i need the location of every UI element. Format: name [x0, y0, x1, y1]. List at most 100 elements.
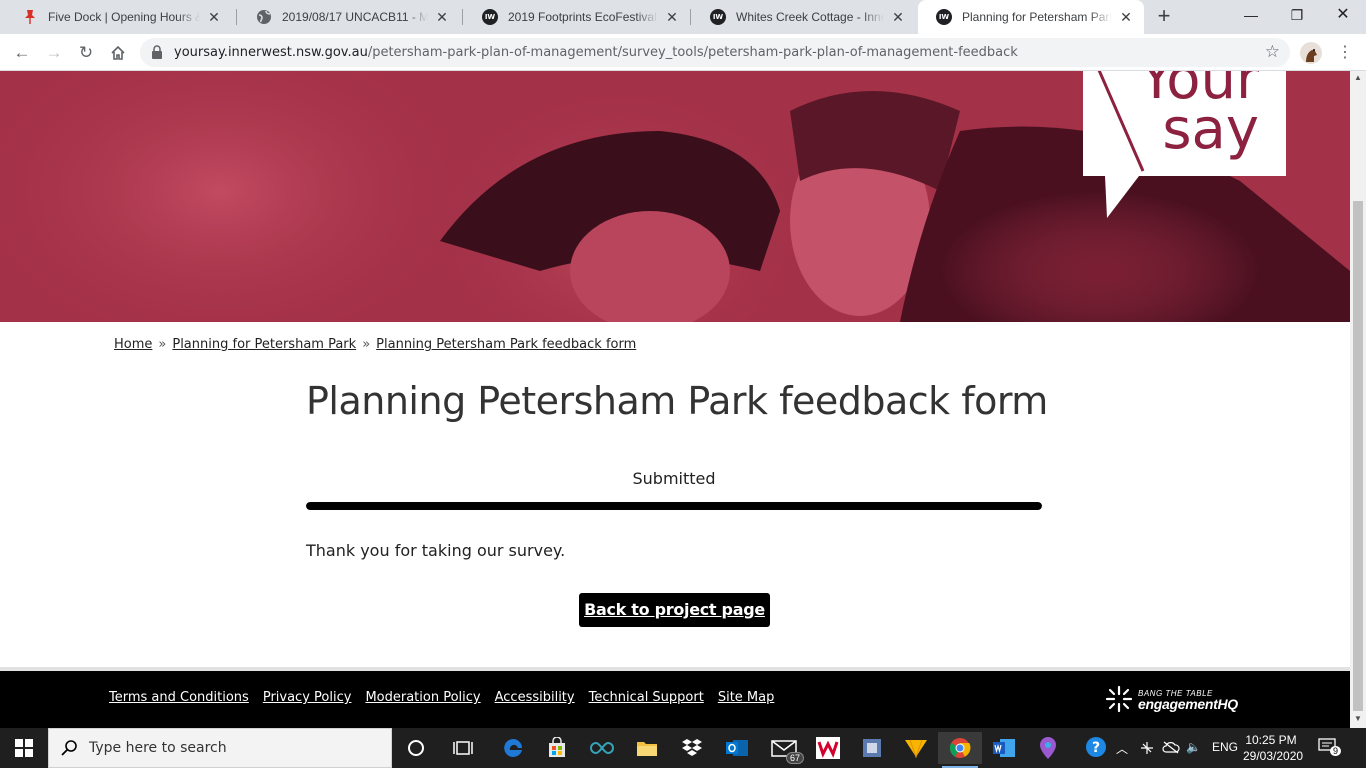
back-to-project-button[interactable]: Back to project page	[579, 593, 770, 627]
tab-title: Planning for Petersham Park | Y	[962, 10, 1112, 24]
page-viewport: Your say Home » Planning for Petersham Park…	[0, 71, 1350, 728]
close-icon[interactable]: ✕	[1118, 9, 1134, 25]
footer-link-tech-support[interactable]: Technical Support	[589, 690, 704, 705]
bookmark-star-icon[interactable]: ☆	[1265, 42, 1280, 62]
engagementhq-logo[interactable]: BANG THE TABLE engagementHQ	[1104, 684, 1238, 714]
burst-icon	[1105, 685, 1133, 713]
tab-footprints[interactable]: IW 2019 Footprints EcoFestival - In ✕	[464, 0, 690, 34]
brand-text: BANG THE TABLE engagementHQ	[1138, 689, 1238, 712]
tab-separator	[236, 9, 237, 25]
breadcrumb-separator: »	[362, 337, 371, 352]
footer-link-privacy[interactable]: Privacy Policy	[263, 690, 352, 705]
iw-icon: IW	[482, 9, 498, 25]
footer-link-accessibility[interactable]: Accessibility	[495, 690, 575, 705]
chevron-up-icon[interactable]: ︿	[1116, 740, 1128, 757]
minimize-button[interactable]: —	[1228, 0, 1274, 32]
close-icon[interactable]: ✕	[664, 9, 680, 25]
cortana-icon[interactable]	[394, 732, 438, 764]
language-indicator[interactable]: ENG	[1212, 740, 1238, 754]
lock-icon	[152, 45, 162, 59]
url-path: /petersham-park-plan-of-management/surve…	[367, 45, 1018, 60]
scroll-up-icon[interactable]: ▲	[1354, 73, 1362, 82]
mail-badge: 67	[785, 752, 804, 764]
breadcrumb: Home » Planning for Petersham Park » Plannin…	[114, 337, 636, 352]
tab-title: 2019 Footprints EcoFestival - In	[508, 10, 658, 24]
search-placeholder: Type here to search	[89, 740, 227, 756]
tab-five-dock[interactable]: Five Dock | Opening Hours & D ✕	[4, 0, 232, 34]
notification-center-icon[interactable]: 9	[1318, 738, 1342, 758]
scroll-down-icon[interactable]: ▼	[1354, 714, 1362, 723]
restore-button[interactable]: ❐	[1274, 0, 1320, 32]
clock-date: 29/03/2020	[1243, 749, 1304, 763]
volume-icon[interactable]: 🔈	[1186, 740, 1201, 754]
tab-strip: Five Dock | Opening Hours & D ✕ 2019/08/…	[0, 0, 1366, 34]
iw-icon: IW	[710, 9, 726, 25]
hero-banner: Your say	[0, 71, 1350, 322]
breadcrumb-current-link[interactable]: Planning Petersham Park feedback form	[376, 337, 636, 352]
tab-title: Five Dock | Opening Hours & D	[48, 10, 200, 24]
arduino-icon[interactable]	[580, 732, 624, 764]
task-view-icon[interactable]	[441, 732, 485, 764]
edge-icon[interactable]	[491, 732, 535, 764]
network-icon[interactable]	[1139, 740, 1155, 759]
outlook-icon[interactable]	[715, 732, 759, 764]
dropbox-icon[interactable]	[670, 732, 714, 764]
footer-link-terms[interactable]: Terms and Conditions	[109, 690, 249, 705]
help-icon[interactable]: ?	[1085, 736, 1107, 761]
westpac-icon[interactable]	[806, 732, 850, 764]
progress-fill	[306, 502, 1042, 510]
page-scrollbar[interactable]: ▲ ▼	[1350, 71, 1366, 728]
clock[interactable]: 10:25 PM 29/03/2020	[1243, 732, 1304, 764]
mail-icon[interactable]: 67	[762, 732, 806, 764]
file-explorer-icon[interactable]	[625, 732, 669, 764]
tab-separator	[690, 9, 691, 25]
footer-link-moderation[interactable]: Moderation Policy	[365, 690, 480, 705]
iw-icon: IW	[936, 9, 952, 25]
tab-title: Whites Creek Cottage - Inner W	[736, 10, 884, 24]
survey-status-label: Submitted	[632, 469, 716, 488]
tab-whites-creek[interactable]: IW Whites Creek Cottage - Inner W ✕	[692, 0, 916, 34]
url-text: yoursay.innerwest.nsw.gov.au/petersham-p…	[174, 45, 1018, 60]
survey-progress-bar	[306, 502, 1042, 510]
close-icon[interactable]: ✕	[890, 9, 906, 25]
url-host: yoursay.innerwest.nsw.gov.au	[174, 45, 368, 60]
tab-title: 2019/08/17 UNCACB11 - Mana	[282, 10, 428, 24]
footer-link-sitemap[interactable]: Site Map	[718, 690, 775, 705]
reload-icon[interactable]: ↻	[72, 39, 100, 67]
word-icon[interactable]	[982, 732, 1026, 764]
search-icon	[61, 739, 79, 762]
taskbar-search-box[interactable]: Type here to search	[48, 728, 392, 768]
tab-petersham-park[interactable]: IW Planning for Petersham Park | Y ✕	[918, 0, 1144, 34]
page-title: Planning Petersham Park feedback form	[306, 379, 1048, 423]
sketch-icon[interactable]	[894, 732, 938, 764]
your-say-logo: Your say	[1083, 71, 1286, 176]
tab-uncacb11[interactable]: 2019/08/17 UNCACB11 - Mana ✕	[238, 0, 460, 34]
logo-speech-tail	[1105, 176, 1139, 218]
chrome-icon[interactable]	[938, 732, 982, 768]
scroll-thumb[interactable]	[1353, 201, 1363, 711]
back-icon[interactable]: ←	[8, 39, 36, 67]
profile-avatar[interactable]	[1300, 42, 1322, 64]
logo-text: Your say	[1139, 71, 1259, 162]
app-icon[interactable]	[850, 732, 894, 764]
globe-icon	[256, 9, 272, 25]
windows-taskbar: Type here to search 67 ? ︿ 🔈 ENG 10:25 P…	[0, 728, 1366, 768]
pin-icon	[22, 9, 38, 25]
maps-pin-icon[interactable]	[1026, 732, 1070, 764]
store-icon[interactable]	[535, 732, 579, 764]
breadcrumb-project-link[interactable]: Planning for Petersham Park	[172, 337, 356, 352]
close-icon[interactable]: ✕	[206, 9, 222, 25]
breadcrumb-home-link[interactable]: Home	[114, 337, 152, 352]
forward-icon[interactable]: →	[40, 39, 68, 67]
home-icon[interactable]	[104, 39, 132, 67]
browser-toolbar: ← → ↻ yoursay.innerwest.nsw.gov.au/peter…	[0, 34, 1366, 71]
thank-you-message: Thank you for taking our survey.	[306, 541, 566, 560]
browser-menu-icon[interactable]: ⋮	[1335, 41, 1355, 65]
new-tab-button[interactable]: +	[1152, 5, 1176, 29]
onedrive-icon[interactable]	[1162, 740, 1180, 757]
close-icon[interactable]: ✕	[434, 9, 450, 25]
svg-text:?: ?	[1092, 740, 1100, 756]
address-bar[interactable]: yoursay.innerwest.nsw.gov.au/petersham-p…	[140, 38, 1290, 67]
windows-start-icon[interactable]	[0, 728, 48, 768]
close-window-button[interactable]: ✕	[1320, 0, 1366, 32]
